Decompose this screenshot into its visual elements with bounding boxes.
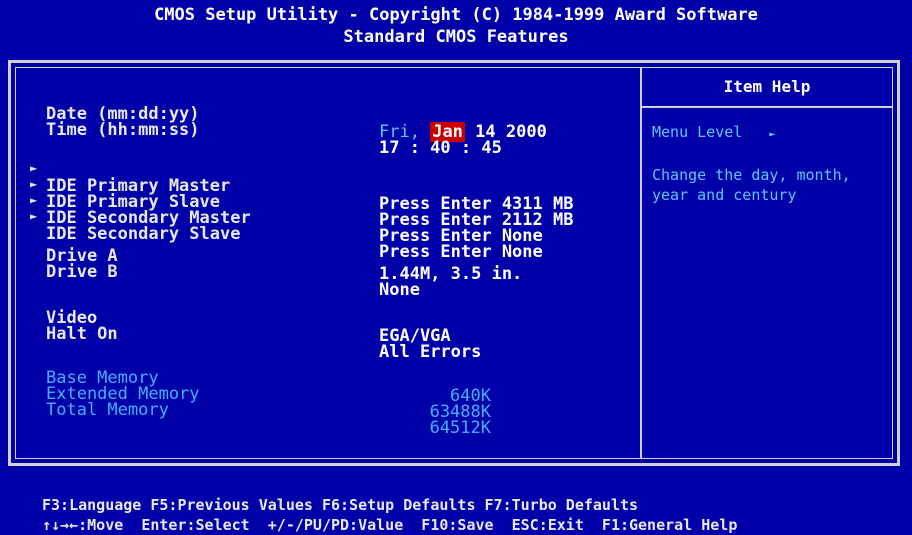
- key-legend: ↑↓→←:Move Enter:Select +/-/PU/PD:Value F…: [0, 478, 912, 535]
- app-title: CMOS Setup Utility - Copyright (C) 1984-…: [154, 5, 758, 25]
- help-panel: Menu Level ► Change the day, month, year…: [652, 122, 851, 205]
- submenu-arrow-icon: ►: [30, 209, 38, 223]
- halt-on-label: Halt On: [46, 324, 118, 344]
- memory-label: Total Memory: [46, 400, 169, 420]
- panel-inner-border: Date (mm:dd:yy) Fri, Jan 14 2000 Time (h…: [15, 67, 893, 459]
- memory-value: 64512K: [429, 418, 491, 438]
- ide-value[interactable]: Press Enter None: [379, 243, 543, 261]
- time-label: Time (hh:mm:ss): [46, 120, 200, 140]
- menu-level-marker-icon: ►: [769, 129, 776, 140]
- help-divider: [640, 68, 642, 458]
- menu-level-label: Menu Level: [652, 123, 743, 141]
- help-title-divider: [642, 106, 892, 108]
- main-panel: Date (mm:dd:yy) Fri, Jan 14 2000 Time (h…: [8, 60, 900, 466]
- key-legend-line2: F3:Language F5:Previous Values F6:Setup …: [42, 496, 639, 514]
- help-title: Item Help: [723, 77, 811, 96]
- menu-level: Menu Level ►: [652, 122, 851, 145]
- drive-b-label: Drive B: [46, 262, 118, 282]
- help-description-line: year and century: [652, 186, 797, 204]
- total-memory-row: Total Memory 64512K: [16, 383, 491, 455]
- page-title: Standard CMOS Features: [343, 27, 569, 47]
- drive-b-value[interactable]: None: [379, 281, 420, 299]
- halt-on-value[interactable]: All Errors: [379, 343, 481, 361]
- title-bar: CMOS Setup Utility - Copyright (C) 1984-…: [0, 0, 912, 58]
- time-value[interactable]: 17 : 40 : 45: [379, 139, 502, 157]
- help-description-line: Change the day, month,: [652, 166, 851, 184]
- key-legend-line1: ↑↓→←:Move Enter:Select +/-/PU/PD:Value F…: [42, 516, 738, 534]
